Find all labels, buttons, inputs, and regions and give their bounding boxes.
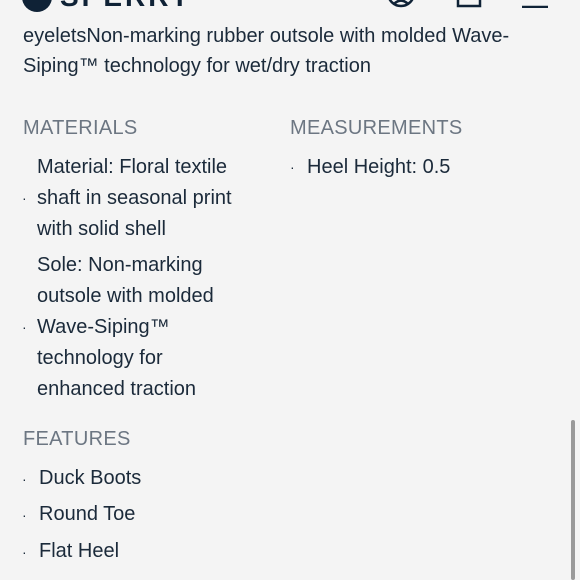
materials-item: Material: Floral textile shaft in season…: [37, 156, 232, 240]
bullet: ·: [22, 319, 27, 335]
feature-item: Round Toe: [39, 503, 136, 525]
product-description: eyeletsNon-marking rubber outsole with m…: [23, 25, 510, 77]
bullet: ·: [22, 190, 27, 206]
measurements-heading: MEASUREMENTS: [290, 117, 463, 139]
bullet: ·: [22, 544, 27, 560]
site-header: SPERRY: [0, 0, 580, 12]
bullet: ·: [290, 159, 295, 175]
product-details-page: SPERRY eyeletsNon-marking rubber outsole…: [0, 0, 580, 580]
measurements-item: Heel Height: 0.5: [307, 156, 451, 178]
shopping-bag-icon[interactable]: [456, 0, 482, 8]
feature-item: Flat Heel: [39, 540, 120, 562]
logo-mark-icon: [22, 0, 52, 12]
materials-item: Sole: Non-marking outsole with molded Wa…: [37, 254, 214, 400]
brand-logo[interactable]: SPERRY: [22, 0, 192, 12]
logo-text: SPERRY: [60, 0, 192, 12]
bullet: ·: [22, 507, 27, 523]
bullet: ·: [22, 471, 27, 487]
menu-icon[interactable]: [520, 0, 550, 8]
scrollbar-thumb[interactable]: [571, 420, 575, 580]
feature-item: Duck Boots: [39, 467, 142, 489]
materials-heading: MATERIALS: [23, 117, 138, 139]
account-icon[interactable]: [386, 0, 416, 8]
features-heading: FEATURES: [23, 428, 131, 450]
